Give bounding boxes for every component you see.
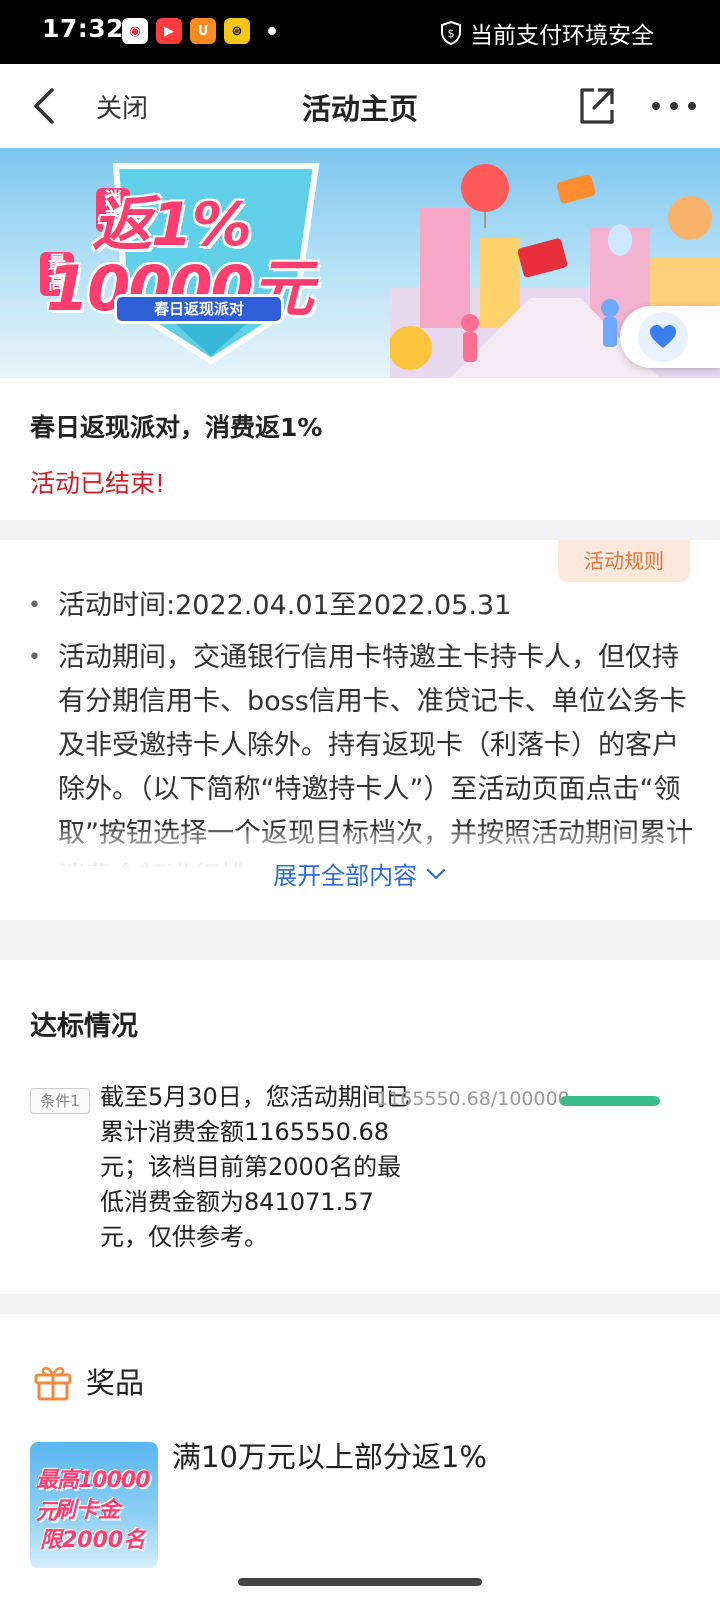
condition-progress-fill — [560, 1096, 660, 1106]
back-button[interactable] — [28, 84, 68, 128]
expand-all-button[interactable]: 展开全部内容 — [0, 856, 720, 891]
prize-section: 奖品 最高10000元 刷卡金 限2000名 满10万元以上部分返1% — [0, 1314, 720, 1600]
condition-text: 截至5月30日，您活动期间已累计消费金额1165550.68元；该档目前第200… — [100, 1083, 410, 1251]
prize-label: 奖品 — [86, 1366, 145, 1400]
share-button[interactable] — [576, 84, 616, 128]
notification-app-icon: ◉ — [122, 18, 148, 44]
shield-dollar-icon: $ — [441, 20, 461, 46]
condition-progress-text: 1165550.68/100000 — [376, 1088, 570, 1110]
more-button[interactable] — [652, 84, 696, 128]
home-indicator[interactable] — [238, 1578, 482, 1586]
more-dot-icon — [688, 102, 696, 110]
chevron-left-icon — [34, 88, 54, 124]
rule-item-time: 活动时间:2022.04.01至2022.05.31 — [28, 584, 698, 628]
prize-header: 奖品 — [32, 1360, 144, 1402]
qualification-title: 达标情况 — [30, 1011, 138, 1042]
chevron-down-icon — [426, 868, 445, 879]
share-external-icon — [580, 88, 614, 124]
prize-image-line2: 刷卡金 — [54, 1498, 121, 1523]
nav-bar: 关闭 活动主页 — [0, 64, 720, 148]
expand-all-label: 展开全部内容 — [273, 862, 418, 890]
activity-title: 春日返现派对，消费返1% — [30, 413, 323, 442]
more-dot-icon — [670, 102, 678, 110]
payment-security-indicator: $ 当前支付环境安全 — [438, 16, 654, 50]
prize-image-line3: 限2000名 — [40, 1528, 146, 1553]
status-app-icons: ◉ ▶ U ⊜ — [122, 18, 276, 44]
more-dot-icon — [652, 102, 660, 110]
activity-rules-button[interactable]: 活动规则 — [558, 540, 690, 582]
condition-progress-bar — [560, 1096, 660, 1106]
condition-tag: 条件1 — [30, 1088, 90, 1114]
prize-image[interactable]: 最高10000元 刷卡金 限2000名 — [30, 1442, 158, 1568]
prize-description[interactable]: 满10万元以上部分返1% — [172, 1434, 487, 1476]
qualification-section: 达标情况 条件1 截至5月30日，您活动期间已累计消费金额1165550.68元… — [0, 960, 720, 1294]
status-bar: 17:32 ◉ ▶ U ⊜ $ 当前支付环境安全 — [0, 0, 720, 64]
video-app-icon: ▶ — [156, 18, 182, 44]
status-time: 17:32 — [42, 14, 125, 43]
heart-icon — [650, 325, 676, 348]
activity-info-section: 春日返现派对，消费返1% 活动已结束! — [0, 378, 720, 520]
svg-text:$: $ — [448, 27, 455, 40]
rules-section: 活动规则 活动时间:2022.04.01至2022.05.31 活动期间，交通银… — [0, 540, 720, 920]
security-text: 当前支付环境安全 — [470, 23, 654, 49]
close-button[interactable]: 关闭 — [96, 88, 148, 125]
activity-status: 活动已结束! — [30, 469, 166, 498]
favorite-circle — [638, 312, 688, 362]
gift-icon — [34, 1367, 72, 1401]
taxi-app-icon: ⊜ — [224, 18, 250, 44]
activity-banner: 消费 返1% 最高 10000元 春日返现派对 — [0, 148, 720, 378]
banner-subtitle: 春日返现派对 — [114, 294, 284, 324]
favorite-button[interactable] — [620, 306, 720, 368]
uc-browser-icon: U — [190, 18, 216, 44]
more-notifications-dot — [268, 27, 276, 35]
